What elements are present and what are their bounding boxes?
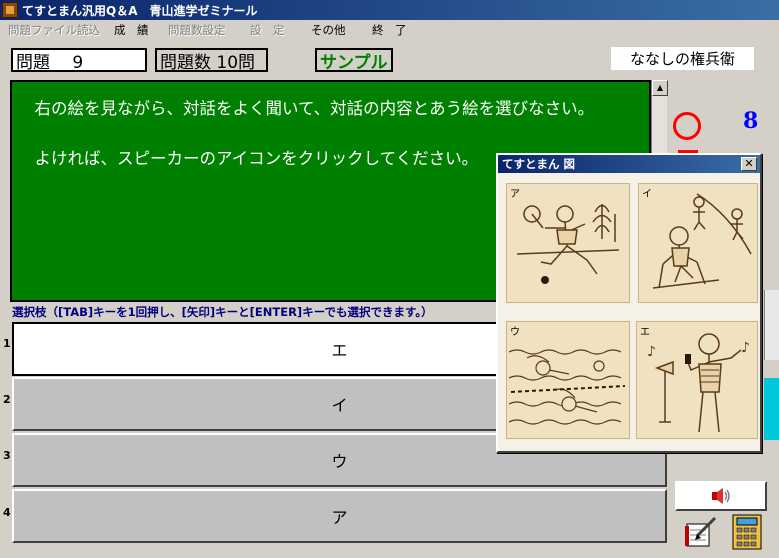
singer-illustration-icon: ♪ ♪ bbox=[647, 333, 750, 433]
picture-label: ア bbox=[510, 189, 520, 200]
menu-settings[interactable]: 設 定 bbox=[250, 22, 285, 38]
choice-number: 1 bbox=[3, 337, 11, 350]
calculator-icon bbox=[732, 514, 762, 550]
close-icon[interactable]: ✕ bbox=[741, 157, 757, 171]
figure-window[interactable]: てすとまん 図 ✕ ア イ ウ エ ♪ ♪ bbox=[496, 153, 762, 453]
menu-bar: 問題ファイル読込 成 績 問題数設定 設 定 その他 終 了 bbox=[0, 20, 779, 39]
picture-u[interactable]: ウ bbox=[506, 321, 630, 439]
menu-question-count-settings[interactable]: 問題数設定 bbox=[168, 22, 226, 38]
menu-load-file[interactable]: 問題ファイル読込 bbox=[8, 22, 100, 38]
side-panel-accent bbox=[764, 378, 779, 440]
menu-other[interactable]: その他 bbox=[311, 22, 346, 38]
figure-window-title-bar[interactable]: てすとまん 図 ✕ bbox=[498, 155, 760, 173]
speaker-button[interactable] bbox=[675, 481, 767, 511]
scroll-up-arrow-icon[interactable]: ▲ bbox=[652, 80, 668, 96]
user-name-field: ななしの権兵衛 bbox=[611, 47, 754, 70]
picture-label: エ bbox=[640, 327, 650, 338]
picture-i[interactable]: イ bbox=[638, 183, 758, 303]
picture-a[interactable]: ア bbox=[506, 183, 630, 303]
skier-illustration-icon bbox=[652, 193, 752, 289]
app-icon bbox=[2, 2, 18, 18]
svg-text:♪: ♪ bbox=[647, 344, 656, 360]
question-paragraph: 右の絵を見ながら、対話をよく聞いて、対話の内容とあう絵を選びなさい。 bbox=[34, 99, 595, 118]
choice-number: 4 bbox=[3, 506, 11, 519]
figure-window-title: てすとまん 図 bbox=[502, 157, 576, 171]
picture-label: イ bbox=[642, 189, 652, 200]
side-panel-edge bbox=[764, 290, 779, 360]
tennis-player-illustration-icon bbox=[516, 204, 620, 284]
calculator-button[interactable] bbox=[732, 514, 762, 550]
menu-exit[interactable]: 終 了 bbox=[372, 22, 407, 38]
choice-instruction: 選択枝（[TAB]キーを1回押し、[矢印]キーと[ENTER]キーでも選択できま… bbox=[12, 305, 433, 319]
swimmers-illustration-icon bbox=[508, 349, 626, 425]
question-number-field: 問題 9 bbox=[11, 48, 147, 72]
edit-note-button[interactable] bbox=[683, 514, 719, 550]
question-count-field: 問題数 10問 bbox=[155, 48, 268, 72]
speaker-icon bbox=[712, 488, 730, 504]
choice-number: 2 bbox=[3, 393, 11, 406]
correct-count: 8 bbox=[743, 108, 759, 134]
menu-results[interactable]: 成 績 bbox=[114, 22, 149, 38]
window-title: てすとまん汎用Q＆A 青山進学ゼミナール bbox=[22, 3, 258, 18]
title-bar[interactable]: てすとまん汎用Q＆A 青山進学ゼミナール bbox=[0, 0, 779, 20]
correct-mark-icon bbox=[673, 112, 701, 140]
choice-button-4[interactable]: ア bbox=[12, 489, 667, 543]
picture-e[interactable]: エ ♪ ♪ bbox=[636, 321, 758, 439]
notebook-pen-icon bbox=[685, 516, 717, 547]
mode-field: サンプル bbox=[315, 48, 393, 72]
picture-label: ウ bbox=[510, 327, 520, 338]
svg-text:♪: ♪ bbox=[741, 340, 750, 356]
choice-number: 3 bbox=[3, 449, 11, 462]
